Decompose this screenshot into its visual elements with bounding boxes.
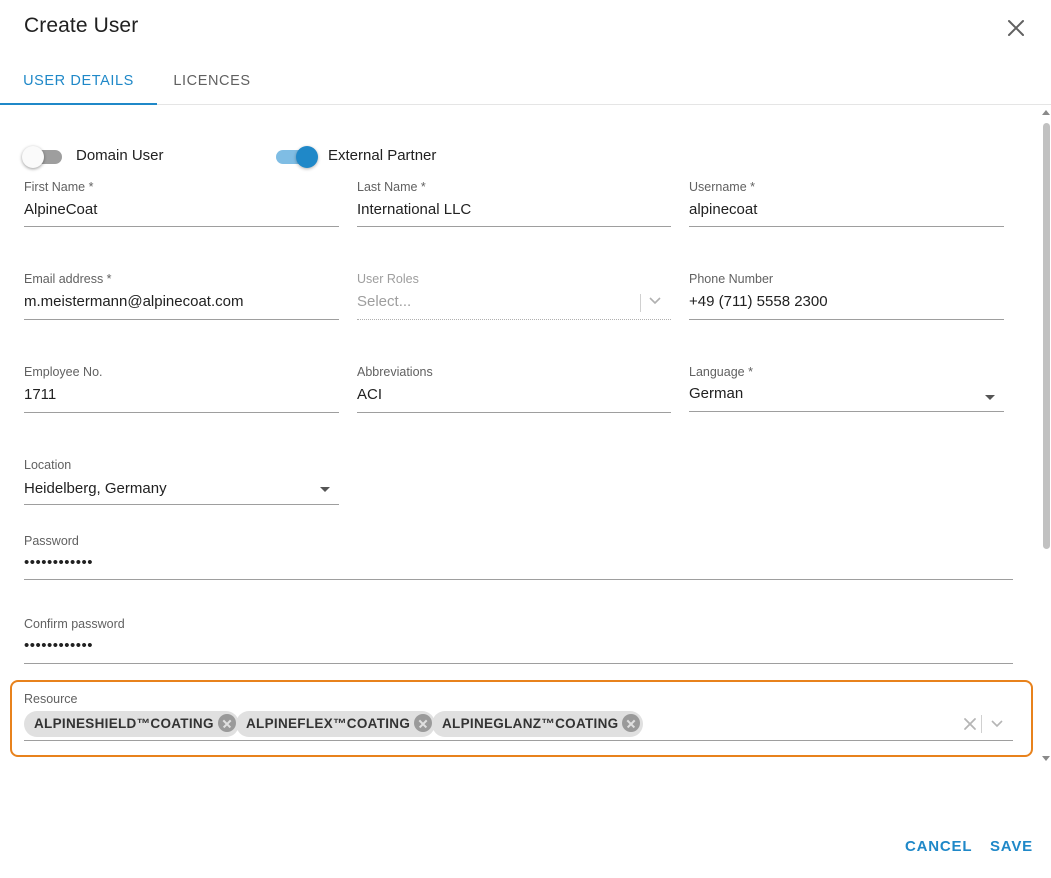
close-button[interactable] xyxy=(1004,16,1028,40)
clear-all-icon[interactable] xyxy=(963,717,977,731)
user-roles-select[interactable]: User Roles Select... xyxy=(357,272,671,320)
location-select[interactable]: Location Heidelberg, Germany xyxy=(24,458,339,506)
field-underline xyxy=(24,663,1013,664)
close-icon xyxy=(1008,20,1024,36)
location-label: Location xyxy=(24,458,72,472)
select-separator xyxy=(981,715,982,733)
field-underline xyxy=(357,226,671,227)
vertical-scrollbar[interactable] xyxy=(1040,106,1051,766)
resource-chip[interactable]: ALPINESHIELD™COATING xyxy=(24,711,239,737)
chip-remove-icon[interactable] xyxy=(622,714,641,733)
field-underline xyxy=(24,319,339,320)
password-field[interactable]: Password •••••••••••• xyxy=(24,534,1013,582)
resource-label: Resource xyxy=(24,692,78,706)
confirm-password-input[interactable]: •••••••••••• xyxy=(24,637,93,654)
chip-remove-icon[interactable] xyxy=(414,714,433,733)
phone-input[interactable]: +49 (711) 5558 2300 xyxy=(689,293,828,310)
password-input[interactable]: •••••••••••• xyxy=(24,554,93,571)
scroll-up-arrow-icon[interactable] xyxy=(1042,110,1050,115)
username-field[interactable]: Username * alpinecoat xyxy=(689,180,1004,228)
phone-field[interactable]: Phone Number +49 (711) 5558 2300 xyxy=(689,272,1004,320)
toggle-knob xyxy=(296,146,318,168)
language-value[interactable]: German xyxy=(689,385,743,402)
first-name-field[interactable]: First Name * AlpineCoat xyxy=(24,180,339,228)
external-partner-label: External Partner xyxy=(328,147,437,164)
chip-remove-icon[interactable] xyxy=(217,714,236,733)
field-underline xyxy=(24,579,1013,580)
field-underline xyxy=(357,319,671,320)
email-field[interactable]: Email address * m.meistermann@alpinecoat… xyxy=(24,272,339,320)
field-underline xyxy=(689,319,1004,320)
chip-label: ALPINEFLEX™COATING xyxy=(246,716,411,731)
tab-user-details[interactable]: USER DETAILS xyxy=(0,58,157,105)
chevron-down-icon[interactable] xyxy=(648,296,662,306)
domain-user-label: Domain User xyxy=(76,147,164,164)
field-underline xyxy=(357,412,671,413)
external-partner-toggle[interactable]: External Partner xyxy=(276,144,456,168)
username-label: Username * xyxy=(689,180,755,194)
email-label: Email address * xyxy=(24,272,112,286)
dropdown-arrow-icon[interactable] xyxy=(320,487,330,492)
abbreviations-label: Abbreviations xyxy=(357,365,433,379)
tab-bar: USER DETAILS LICENCES xyxy=(0,58,1051,105)
last-name-input[interactable]: International LLC xyxy=(357,201,471,218)
dropdown-arrow-icon[interactable] xyxy=(985,395,995,400)
field-underline xyxy=(24,504,339,505)
last-name-field[interactable]: Last Name * International LLC xyxy=(357,180,671,228)
first-name-input[interactable]: AlpineCoat xyxy=(24,201,97,218)
field-underline xyxy=(689,411,1004,412)
password-label: Password xyxy=(24,534,79,548)
employee-no-field[interactable]: Employee No. 1711 xyxy=(24,365,339,413)
location-value[interactable]: Heidelberg, Germany xyxy=(24,480,167,497)
chevron-down-icon[interactable] xyxy=(990,719,1004,729)
cancel-button[interactable]: CANCEL xyxy=(905,838,972,855)
resource-chip[interactable]: ALPINEFLEX™COATING xyxy=(236,711,436,737)
chip-label: ALPINESHIELD™COATING xyxy=(34,716,214,731)
field-underline xyxy=(24,740,1013,741)
scroll-down-arrow-icon[interactable] xyxy=(1042,756,1050,761)
user-roles-label: User Roles xyxy=(357,272,419,286)
abbreviations-field[interactable]: Abbreviations ACI xyxy=(357,365,671,413)
confirm-password-field[interactable]: Confirm password •••••••••••• xyxy=(24,617,1013,665)
dialog-title: Create User xyxy=(24,14,139,37)
language-label: Language * xyxy=(689,365,753,379)
language-select[interactable]: Language * German xyxy=(689,365,1004,413)
tab-licences[interactable]: LICENCES xyxy=(157,58,267,105)
toggle-knob xyxy=(22,146,44,168)
scroll-thumb[interactable] xyxy=(1043,123,1050,549)
domain-user-toggle[interactable]: Domain User xyxy=(22,144,184,168)
chip-label: ALPINEGLANZ™COATING xyxy=(442,716,619,731)
resource-chip[interactable]: ALPINEGLANZ™COATING xyxy=(432,711,644,737)
select-separator xyxy=(640,294,641,312)
save-button[interactable]: SAVE xyxy=(990,838,1033,855)
field-underline xyxy=(689,226,1004,227)
user-roles-placeholder: Select... xyxy=(357,293,412,310)
phone-label: Phone Number xyxy=(689,272,774,286)
employee-no-label: Employee No. xyxy=(24,365,103,379)
field-underline xyxy=(24,412,339,413)
confirm-password-label: Confirm password xyxy=(24,617,125,631)
last-name-label: Last Name * xyxy=(357,180,426,194)
field-underline xyxy=(24,226,339,227)
username-input[interactable]: alpinecoat xyxy=(689,201,757,218)
abbreviations-input[interactable]: ACI xyxy=(357,386,382,403)
first-name-label: First Name * xyxy=(24,180,94,194)
employee-no-input[interactable]: 1711 xyxy=(24,386,56,403)
email-input[interactable]: m.meistermann@alpinecoat.com xyxy=(24,293,243,310)
